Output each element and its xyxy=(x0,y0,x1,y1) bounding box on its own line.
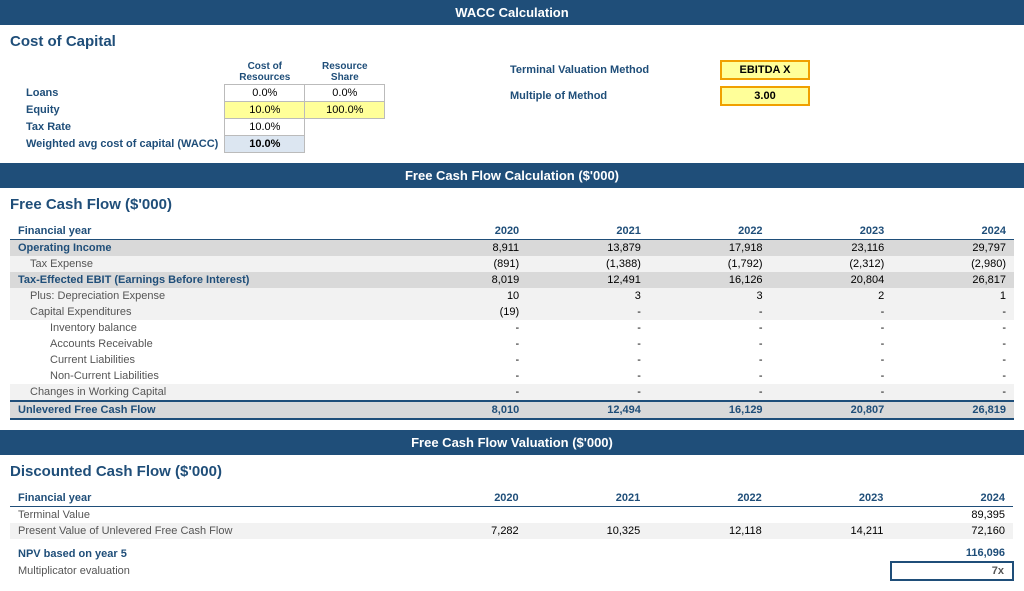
terminal-value-2[interactable]: 3.00 xyxy=(720,86,810,106)
fcf-row-unlevered-fcf: Unlevered Free Cash Flow 8,010 12,494 16… xyxy=(10,401,1014,419)
wacc-row-wacc: Weighted avg cost of capital (WACC) 10.0… xyxy=(20,136,385,153)
val-header: Free Cash Flow Valuation ($'000) xyxy=(0,430,1024,455)
fcf-title: Free Cash Flow ($'000) xyxy=(0,188,1024,217)
dcf-title: Discounted Cash Flow ($'000) xyxy=(0,455,1024,484)
fcf-table: Financial year 2020 2021 2022 2023 2024 … xyxy=(10,223,1014,420)
wacc-header: WACC Calculation xyxy=(0,0,1024,25)
col-cost-resources: Cost of Resources xyxy=(225,60,305,85)
dcf-row-terminal-value: Terminal Value 89,395 xyxy=(10,507,1013,524)
cost-of-capital-title: Cost of Capital xyxy=(0,25,1024,54)
terminal-row-1: Terminal Valuation Method EBITDA X xyxy=(510,60,810,80)
fcf-row-depreciation: Plus: Depreciation Expense 10 3 3 2 1 xyxy=(10,288,1014,304)
wacc-left: Cost of Resources Resource Share Loans 0… xyxy=(10,60,430,153)
wacc-section: Cost of Resources Resource Share Loans 0… xyxy=(0,54,1024,163)
dcf-header-row: Financial year 2020 2021 2022 2023 2024 xyxy=(10,490,1013,507)
wacc-table: Cost of Resources Resource Share Loans 0… xyxy=(20,60,385,153)
wacc-row-loans: Loans 0.0% 0.0% xyxy=(20,85,385,102)
fcf-row-tax-expense: Tax Expense (891) (1,388) (1,792) (2,312… xyxy=(10,256,1014,272)
fcf-row-operating-income: Operating Income 8,911 13,879 17,918 23,… xyxy=(10,240,1014,257)
dcf-table: Financial year 2020 2021 2022 2023 2024 … xyxy=(10,490,1014,581)
terminal-label-1: Terminal Valuation Method xyxy=(510,64,710,76)
terminal-label-2: Multiple of Method xyxy=(510,90,710,102)
fcf-row-inventory: Inventory balance - - - - - xyxy=(10,320,1014,336)
terminal-section: Terminal Valuation Method EBITDA X Multi… xyxy=(510,60,810,106)
fcf-header-row: Financial year 2020 2021 2022 2023 2024 xyxy=(10,223,1014,240)
fcf-row-current-liabilities: Current Liabilities - - - - - xyxy=(10,352,1014,368)
terminal-row-2: Multiple of Method 3.00 xyxy=(510,86,810,106)
fcf-section: Financial year 2020 2021 2022 2023 2024 … xyxy=(0,217,1024,430)
fcf-row-tax-effected-ebit: Tax-Effected EBIT (Earnings Before Inter… xyxy=(10,272,1014,288)
dcf-section: Financial year 2020 2021 2022 2023 2024 … xyxy=(0,484,1024,591)
fcf-row-accounts-receivable: Accounts Receivable - - - - - xyxy=(10,336,1014,352)
col-resource-share: Resource Share xyxy=(305,60,385,85)
wacc-row-equity: Equity 10.0% 100.0% xyxy=(20,102,385,119)
fcf-row-noncurrent-liabilities: Non-Current Liabilities - - - - - xyxy=(10,368,1014,384)
dcf-row-multiplicator: Multiplicator evaluation 7x xyxy=(10,562,1013,580)
terminal-value-1[interactable]: EBITDA X xyxy=(720,60,810,80)
fcf-row-working-capital: Changes in Working Capital - - - - - xyxy=(10,384,1014,401)
dcf-row-npv: NPV based on year 5 116,096 xyxy=(10,545,1013,562)
fcf-header: Free Cash Flow Calculation ($'000) xyxy=(0,163,1024,188)
dcf-row-pv-fcf: Present Value of Unlevered Free Cash Flo… xyxy=(10,523,1013,539)
wacc-grid: Cost of Resources Resource Share Loans 0… xyxy=(10,60,1014,153)
fcf-row-capex: Capital Expenditures (19) - - - - xyxy=(10,304,1014,320)
wacc-row-taxrate: Tax Rate 10.0% xyxy=(20,119,385,136)
